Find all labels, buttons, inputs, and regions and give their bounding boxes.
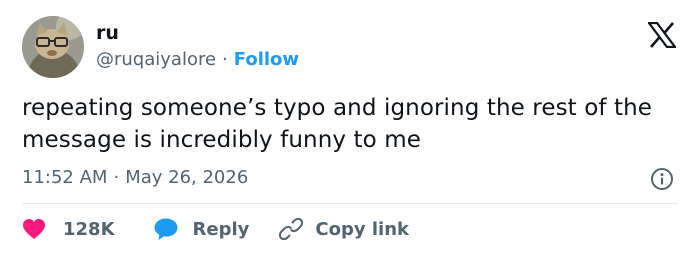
tweet-date[interactable]: May 26, 2026	[125, 167, 248, 188]
speech-bubble-icon	[153, 217, 179, 241]
link-icon	[279, 217, 304, 241]
author-display-name[interactable]: ru	[96, 21, 119, 45]
tweet-timestamp[interactable]: 11:52 AM · May 26, 2026	[22, 166, 248, 190]
copy-link-button[interactable]: Copy link	[279, 217, 409, 241]
author-handle[interactable]: @ruqaiyalore	[96, 49, 216, 70]
like-button[interactable]: 128K	[22, 218, 115, 240]
author-handle-row: @ruqaiyalore · Follow	[96, 48, 299, 72]
copy-link-label: Copy link	[315, 218, 409, 240]
x-logo-icon[interactable]	[646, 21, 678, 49]
like-count: 128K	[63, 218, 115, 240]
tweet-card: ru @ruqaiyalore · Follow repeating someone…	[0, 0, 700, 256]
timestamp-separator: ·	[113, 167, 120, 188]
actions-divider	[22, 203, 678, 204]
heart-icon	[22, 218, 46, 240]
follow-button[interactable]: Follow	[234, 49, 299, 70]
avatar-image	[22, 16, 84, 78]
reply-label: Reply	[192, 218, 250, 240]
handle-separator: ·	[222, 49, 228, 70]
tweet-text: repeating someone’s typo and ignoring th…	[22, 95, 653, 153]
info-icon[interactable]	[650, 167, 674, 191]
reply-button[interactable]: Reply	[153, 217, 250, 241]
tweet-time[interactable]: 11:52 AM	[22, 167, 107, 188]
tweet-actions: 128K Reply Copy link	[22, 215, 409, 243]
avatar[interactable]	[22, 16, 84, 78]
